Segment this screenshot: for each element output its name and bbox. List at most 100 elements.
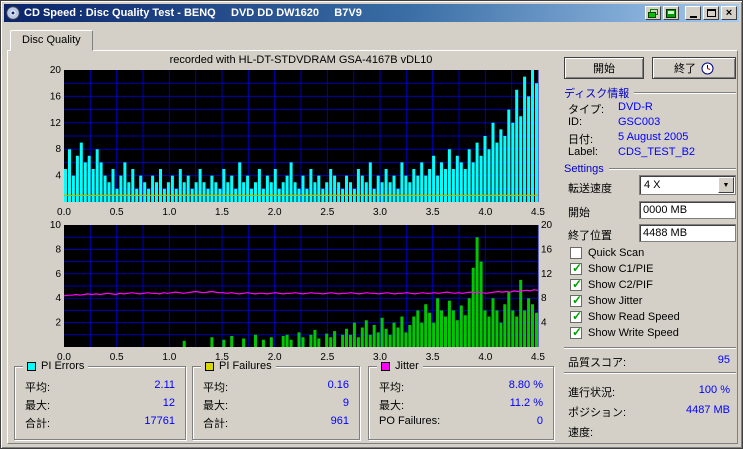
recorded-with-label: recorded with HL-DT-STDVDRAM GSA-4167B v… <box>169 54 433 66</box>
pi-errors-chart: 4 8 12 16 20 0.0 0.5 1.0 1.5 2.0 2.5 3.0 3.5 4.0 4.5 <box>50 66 546 218</box>
disc-label-row: Label: CDS_TEST_B2 <box>568 146 736 159</box>
speed-status-label: 速度: <box>568 427 594 439</box>
tab-disc-quality[interactable]: Disc Quality <box>10 30 93 51</box>
start-position-input[interactable] <box>639 201 736 219</box>
disc-date-row: 日付: 5 August 2005 <box>568 131 736 146</box>
svg-text:3.5: 3.5 <box>426 352 440 363</box>
control-panel: 開始 終了 ディスク情報 タイプ: DVD-R ID: GSC003 日付: 5 Au… <box>562 55 738 443</box>
progress-label: 進行状況: <box>568 387 616 399</box>
end-position-input[interactable] <box>639 224 736 242</box>
progress-value: 100 % <box>698 384 730 396</box>
start-button-label: 開始 <box>593 63 615 75</box>
minimize-button[interactable] <box>685 6 701 20</box>
position-value: 4487 MB <box>685 404 730 416</box>
svg-text:12: 12 <box>541 269 553 280</box>
checkbox-row-show-write-speed[interactable]: Show Write Speed <box>570 325 679 340</box>
svg-text:16: 16 <box>541 244 553 255</box>
exit-button[interactable]: 終了 <box>652 57 736 79</box>
svg-text:10: 10 <box>50 221 62 231</box>
titlebar: CD Speed : Disc Quality Test - BENQ DVD … <box>4 4 739 22</box>
pi-failures-stats-group: PI Failures 平均: 0.16 最大: 9 合計: 961 <box>192 360 360 440</box>
svg-text:2.0: 2.0 <box>268 207 282 218</box>
row-label: 日付: <box>568 134 594 146</box>
show-c2-pif-checkbox[interactable] <box>570 277 582 291</box>
checkbox-row-show-jitter[interactable]: Show Jitter <box>570 293 642 308</box>
start-button[interactable]: 開始 <box>564 57 644 79</box>
checkbox-row-show-c1-pie[interactable]: Show C1/PIE <box>570 261 653 276</box>
svg-text:4.0: 4.0 <box>478 207 492 218</box>
position-label: ポジション: <box>568 407 627 419</box>
maximize-icon <box>706 9 716 17</box>
row-value: 5 August 2005 <box>618 131 689 143</box>
stat-value: 9 <box>342 397 349 409</box>
section-title: ディスク情報 <box>564 88 630 100</box>
row-label: タイプ: <box>568 104 605 116</box>
row-label: Label: <box>568 146 598 158</box>
stat-value: 961 <box>330 415 349 427</box>
svg-text:0.0: 0.0 <box>57 207 71 218</box>
checkbox-row-show-read-speed[interactable]: Show Read Speed <box>570 309 680 324</box>
svg-text:4: 4 <box>55 293 61 304</box>
pi-errors-stats-group: PI Errors 平均: 2.11 最大: 12 合計: 17761 <box>14 360 186 440</box>
group-title-text: Jitter <box>395 360 419 372</box>
stat-label: 合計: <box>203 418 229 430</box>
app-window: CD Speed : Disc Quality Test - BENQ DVD … <box>0 0 743 449</box>
settings-header: Settings <box>564 163 736 175</box>
svg-text:12: 12 <box>50 118 62 129</box>
svg-text:20: 20 <box>541 221 553 231</box>
green-monitor-icon <box>666 8 676 18</box>
group-title-text: PI Failures <box>219 360 272 372</box>
stat-value: 11.2 % <box>509 397 543 409</box>
disc-quality-panel: recorded with HL-DT-STDVDRAM GSA-4167B v… <box>7 50 738 444</box>
close-button[interactable]: × <box>721 6 737 20</box>
quality-score-value: 95 <box>717 354 730 366</box>
divider <box>564 347 736 349</box>
progress-row: 進行状況: 100 % <box>568 384 730 400</box>
app-icon <box>6 6 20 20</box>
stat-label: 合計: <box>25 418 51 430</box>
show-write-speed-checkbox[interactable] <box>570 325 582 339</box>
svg-text:2: 2 <box>55 318 61 329</box>
speed-combobox[interactable]: 4 X ▼ <box>639 175 736 195</box>
pi-failures-jitter-chart: 246810481216200.0 0.5 1.0 1.5 2.0 2.5 3.0 3.5 4.… <box>50 221 553 363</box>
svg-text:4: 4 <box>55 171 61 182</box>
svg-text:0.5: 0.5 <box>110 352 124 363</box>
stat-label: PO Failures: <box>379 415 441 427</box>
pi-errors-color-swatch <box>27 361 36 371</box>
disc-info-header: ディスク情報 <box>564 85 736 101</box>
stat-label: 平均: <box>203 382 229 394</box>
show-read-speed-checkbox[interactable] <box>570 309 582 323</box>
checkbox-row-quick-scan[interactable]: Quick Scan <box>570 246 644 260</box>
quality-score-row: 品質スコア: 95 <box>568 354 730 370</box>
stat-value: 0.16 <box>327 379 349 391</box>
section-title: Settings <box>564 163 604 175</box>
stat-value: 17761 <box>144 415 175 427</box>
svg-text:3.5: 3.5 <box>426 207 440 218</box>
svg-text:16: 16 <box>50 91 62 102</box>
quick-scan-checkbox[interactable] <box>570 247 582 259</box>
svg-text:4.0: 4.0 <box>478 352 492 363</box>
show-c1-pie-checkbox[interactable] <box>570 261 582 275</box>
group-title-text: PI Errors <box>41 360 85 372</box>
svg-text:4.5: 4.5 <box>531 352 545 363</box>
combobox-dropdown-button[interactable]: ▼ <box>718 177 734 193</box>
divider <box>564 372 736 374</box>
stat-value: 2.11 <box>154 379 175 391</box>
section-divider <box>608 168 736 170</box>
section-divider <box>634 92 736 94</box>
quality-score-label: 品質スコア: <box>568 357 627 369</box>
stat-value: 0 <box>536 415 543 427</box>
row-value: CDS_TEST_B2 <box>618 146 696 158</box>
checkbox-row-show-c2-pif[interactable]: Show C2/PIF <box>570 277 653 292</box>
svg-text:4.5: 4.5 <box>531 207 545 218</box>
titlebar-tool-button-1[interactable] <box>645 6 661 20</box>
stat-value: 8.80 % <box>508 379 543 391</box>
titlebar-tool-button-2[interactable] <box>663 6 679 20</box>
svg-text:6: 6 <box>55 269 61 280</box>
checkbox-label: Show Write Speed <box>588 327 679 339</box>
maximize-button[interactable] <box>703 6 719 20</box>
show-jitter-checkbox[interactable] <box>570 293 582 307</box>
stat-label: 最大: <box>379 400 405 412</box>
clock-icon <box>701 62 714 74</box>
disc-type-row: タイプ: DVD-R <box>568 101 736 116</box>
